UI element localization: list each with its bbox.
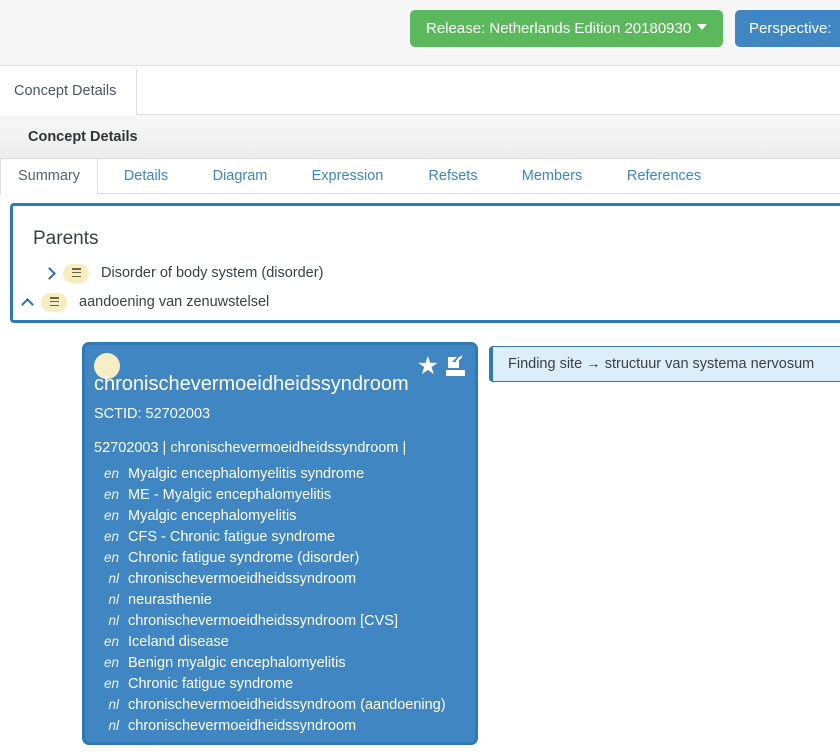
relationship-label: Finding site → structuur van systema ner… (508, 356, 815, 372)
outer-tab-strip: Concept Details (0, 66, 840, 115)
concept-sctid: SCTID: 52702003 (94, 406, 211, 422)
concept-card-actions: ★ (417, 354, 465, 379)
page-title: Concept Details (28, 129, 138, 145)
top-toolbar: Release: Netherlands Edition 20180930 Pe… (0, 0, 840, 66)
description-term: Chronic fatigue syndrome (disorder) (128, 550, 360, 566)
description-language: nl (108, 571, 119, 586)
description-term: Myalgic encephalomyelitis (128, 508, 297, 524)
section-header-bar: Concept Details (0, 115, 840, 159)
description-language: nl (108, 613, 119, 628)
description-row[interactable]: en Myalgic encephalomyelitis (94, 508, 474, 529)
description-language: en (103, 508, 119, 523)
concept-id-line: 52702003 | chronischevermoeidheidssyndro… (94, 440, 407, 456)
description-term: ME - Myalgic encephalomyelitis (128, 487, 332, 503)
description-language: en (103, 634, 119, 649)
description-language: en (103, 466, 119, 481)
tab-expression[interactable]: Expression (295, 159, 400, 194)
description-language: nl (108, 592, 119, 607)
caret-down-icon (697, 24, 708, 30)
description-language: nl (108, 697, 119, 712)
tab-details[interactable]: Details (105, 159, 187, 194)
description-term: Iceland disease (128, 634, 229, 650)
description-term: Myalgic encephalomyelitis syndrome (128, 466, 365, 482)
concept-fsn: chronischevermoeidheidssyndroom (94, 373, 409, 395)
description-row[interactable]: en Benign myalgic encephalomyelitis (94, 655, 474, 676)
description-language: en (103, 487, 119, 502)
chevron-right-icon[interactable] (41, 264, 59, 282)
parent-item-label: aandoening van zenuwstelsel (79, 294, 270, 310)
parent-item-aandoening-van-zenuwstelsel[interactable]: aandoening van zenuwstelsel (19, 290, 269, 314)
description-row[interactable]: nl chronischevermoeidheidssyndroom (94, 571, 474, 592)
description-list: en Myalgic encephalomyelitis syndrome en… (94, 466, 474, 739)
chevron-up-icon[interactable] (19, 293, 37, 311)
perspective-selector-button[interactable]: Perspective: (735, 10, 840, 47)
description-row[interactable]: en CFS - Chronic fatigue syndrome (94, 529, 474, 550)
description-term: neurasthenie (128, 592, 212, 608)
perspective-selector-label: Perspective: (749, 20, 832, 37)
description-language: nl (108, 718, 119, 733)
relationship-finding-site[interactable]: Finding site → structuur van systema ner… (489, 346, 840, 382)
description-language: en (103, 655, 119, 670)
hamburger-badge-icon (41, 292, 67, 312)
tab-members[interactable]: Members (504, 159, 600, 194)
tab-concept-details[interactable]: Concept Details (0, 67, 138, 115)
tab-summary[interactable]: Summary (0, 159, 98, 195)
parents-panel: Parents Disorder of body system (disorde… (10, 203, 840, 323)
description-term: chronischevermoeidheidssyndroom [CVS] (128, 613, 398, 629)
description-term: chronischevermoeidheidssyndroom (128, 571, 357, 587)
description-term: Chronic fatigue syndrome (128, 676, 294, 692)
description-row[interactable]: nl chronischevermoeidheidssyndroom (aand… (94, 697, 474, 718)
star-icon[interactable]: ★ (417, 354, 439, 379)
hamburger-badge-icon (63, 263, 89, 283)
description-term: chronischevermoeidheidssyndroom (128, 718, 357, 734)
description-row[interactable]: en Iceland disease (94, 634, 474, 655)
release-selector-label: Release: Netherlands Edition 20180930 (426, 20, 692, 37)
description-term: chronischevermoeidheidssyndroom (aandoen… (128, 697, 446, 713)
sub-tab-strip: Summary Details Diagram Expression Refse… (0, 159, 840, 195)
description-row[interactable]: nl chronischevermoeidheidssyndroom [CVS] (94, 613, 474, 634)
description-language: en (103, 550, 119, 565)
parents-heading: Parents (33, 228, 99, 249)
description-row[interactable]: nl chronischevermoeidheidssyndroom (94, 718, 474, 739)
description-term: CFS - Chronic fatigue syndrome (128, 529, 336, 545)
description-language: en (103, 676, 119, 691)
description-row[interactable]: en ME - Myalgic encephalomyelitis (94, 487, 474, 508)
description-language: en (103, 529, 119, 544)
tab-references[interactable]: References (610, 159, 718, 194)
tab-refsets[interactable]: Refsets (412, 159, 494, 194)
parent-item-label: Disorder of body system (disorder) (101, 265, 324, 281)
concept-card[interactable]: ★ chronischevermoeidheidssyndroom SCTID:… (82, 342, 478, 745)
release-selector-button[interactable]: Release: Netherlands Edition 20180930 (410, 10, 724, 47)
description-row[interactable]: nl neurasthenie (94, 592, 474, 613)
export-icon[interactable] (446, 355, 465, 376)
description-row[interactable]: en Chronic fatigue syndrome (disorder) (94, 550, 474, 571)
description-row[interactable]: en Myalgic encephalomyelitis syndrome (94, 466, 474, 487)
parent-item-disorder-of-body-system[interactable]: Disorder of body system (disorder) (41, 261, 323, 285)
description-term: Benign myalgic encephalomyelitis (128, 655, 346, 671)
tab-diagram[interactable]: Diagram (197, 159, 283, 194)
description-row[interactable]: en Chronic fatigue syndrome (94, 676, 474, 697)
